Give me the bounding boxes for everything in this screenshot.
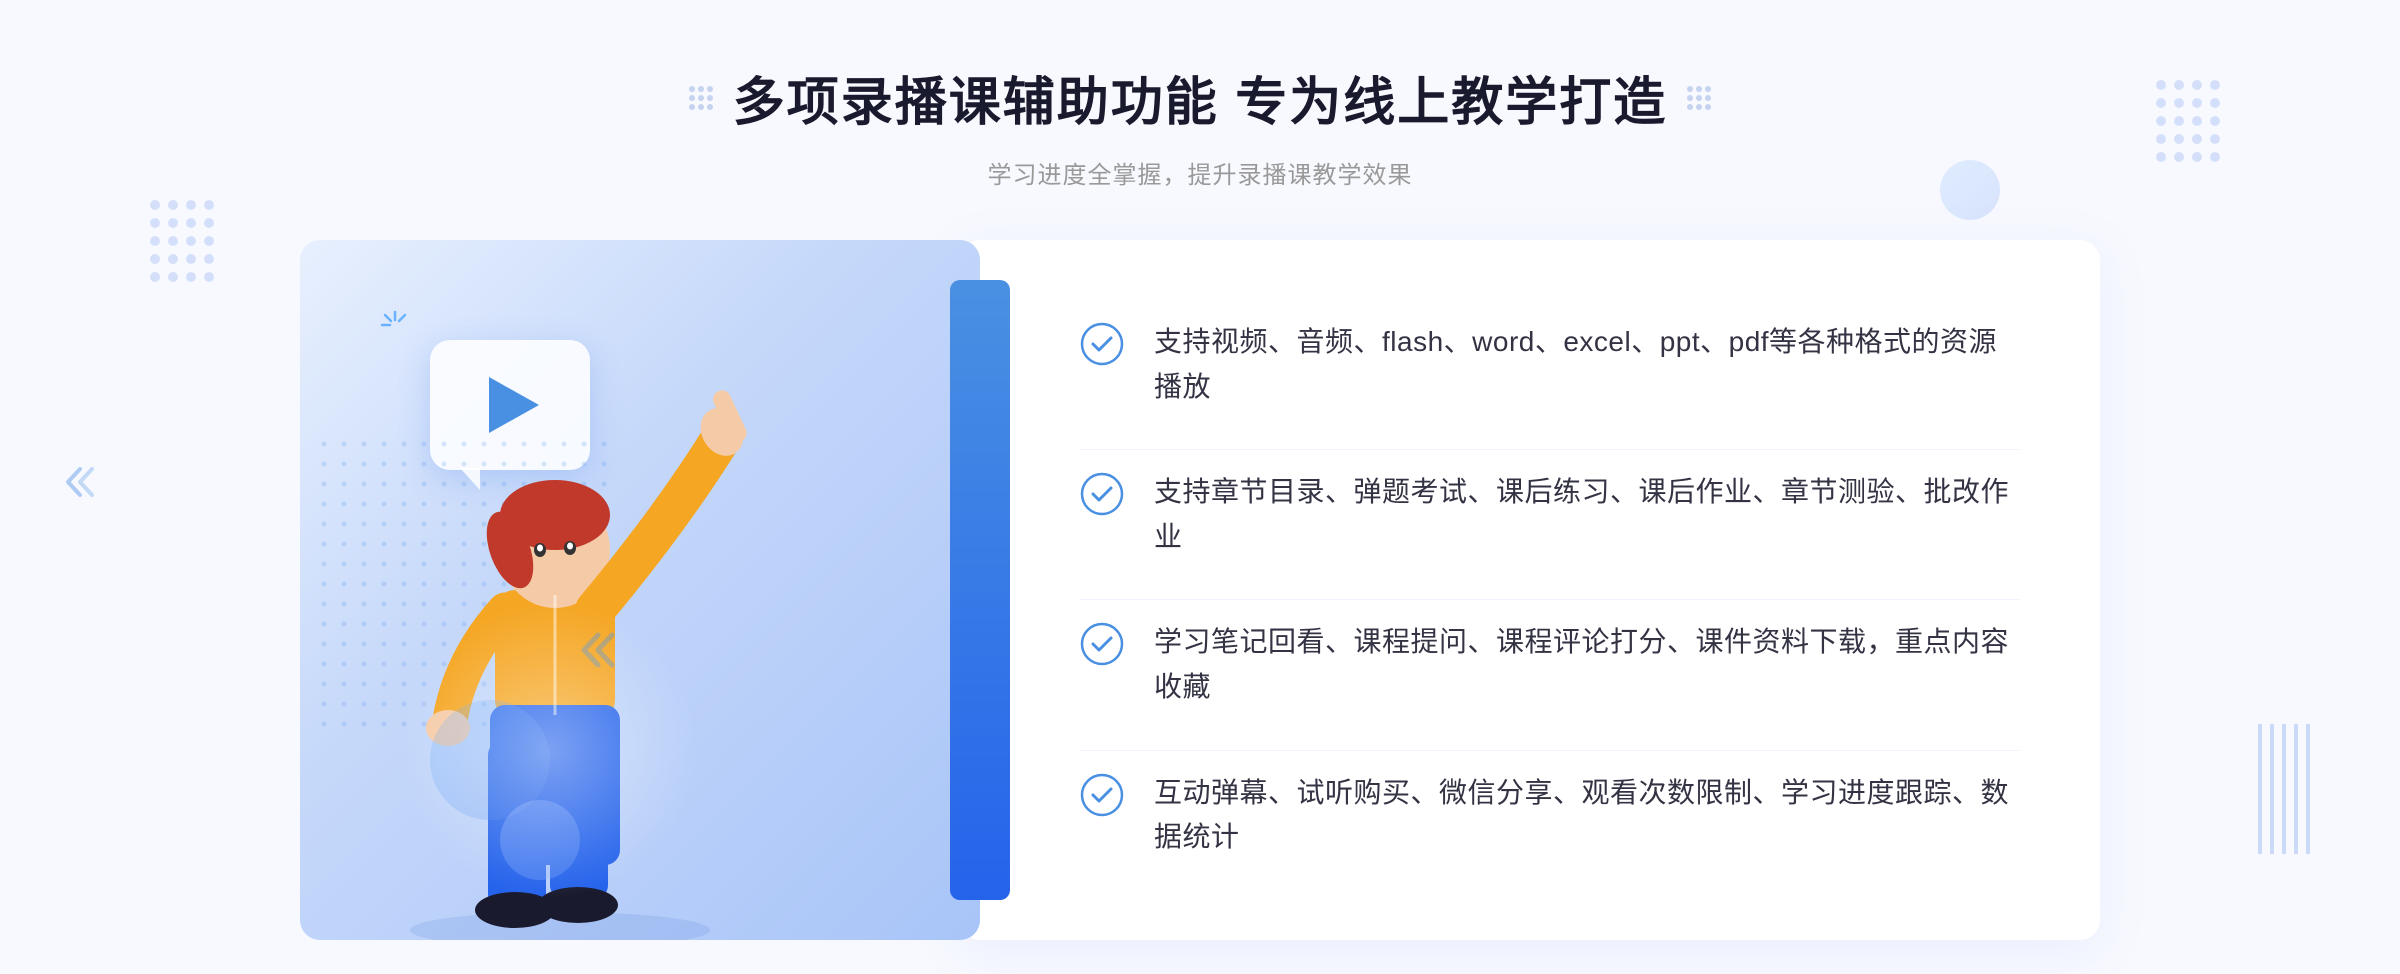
check-circle-icon-2 xyxy=(1080,472,1124,516)
deco-stripes xyxy=(2250,724,2320,854)
header-dots-right xyxy=(1687,86,1711,110)
feature-item-4: 互动弹幕、试听购买、微信分享、观看次数限制、学习进度跟踪、数据统计 xyxy=(1080,750,2020,881)
check-circle-icon-4 xyxy=(1080,773,1124,817)
check-circle-icon-1 xyxy=(1080,322,1124,366)
feature-item-3: 学习笔记回看、课程提问、课程评论打分、课件资料下载，重点内容收藏 xyxy=(1080,599,2020,730)
header-dots-left xyxy=(689,86,713,110)
feature-text-2: 支持章节目录、弹题考试、课后练习、课后作业、章节测验、批改作业 xyxy=(1154,470,2020,560)
feature-text-1: 支持视频、音频、flash、word、excel、ppt、pdf等各种格式的资源… xyxy=(1154,320,2020,410)
header-section: 多项录播课辅助功能 专为线上教学打造 学习进度全掌握，提升录播课教学效果 xyxy=(689,0,1711,190)
feature-item-2: 支持章节目录、弹题考试、课后练习、课后作业、章节测验、批改作业 xyxy=(1080,449,2020,580)
accent-bar xyxy=(950,280,1010,900)
feature-text-3: 学习笔记回看、课程提问、课程评论打分、课件资料下载，重点内容收藏 xyxy=(1154,620,2020,710)
features-card: 支持视频、音频、flash、word、excel、ppt、pdf等各种格式的资源… xyxy=(960,240,2100,940)
header-title-row: 多项录播课辅助功能 专为线上教学打造 xyxy=(689,60,1711,135)
bg-dots-right xyxy=(2156,80,2220,162)
left-chevron-decoration xyxy=(60,457,110,517)
main-content: 支持视频、音频、flash、word、excel、ppt、pdf等各种格式的资源… xyxy=(300,240,2100,940)
check-circle-icon-3 xyxy=(1080,622,1124,666)
page-title: 多项录播课辅助功能 专为线上教学打造 xyxy=(733,60,1667,135)
page-container: 多项录播课辅助功能 专为线上教学打造 学习进度全掌握，提升录播课教学效果 xyxy=(0,0,2400,974)
bg-dots-left xyxy=(150,200,214,282)
spotlight-effect xyxy=(400,600,700,900)
illustration-card xyxy=(300,240,980,940)
feature-item-1: 支持视频、音频、flash、word、excel、ppt、pdf等各种格式的资源… xyxy=(1080,300,2020,430)
page-subtitle: 学习进度全掌握，提升录播课教学效果 xyxy=(689,155,1711,190)
feature-text-4: 互动弹幕、试听购买、微信分享、观看次数限制、学习进度跟踪、数据统计 xyxy=(1154,771,2020,861)
deco-circle-top-right xyxy=(1940,160,2000,220)
